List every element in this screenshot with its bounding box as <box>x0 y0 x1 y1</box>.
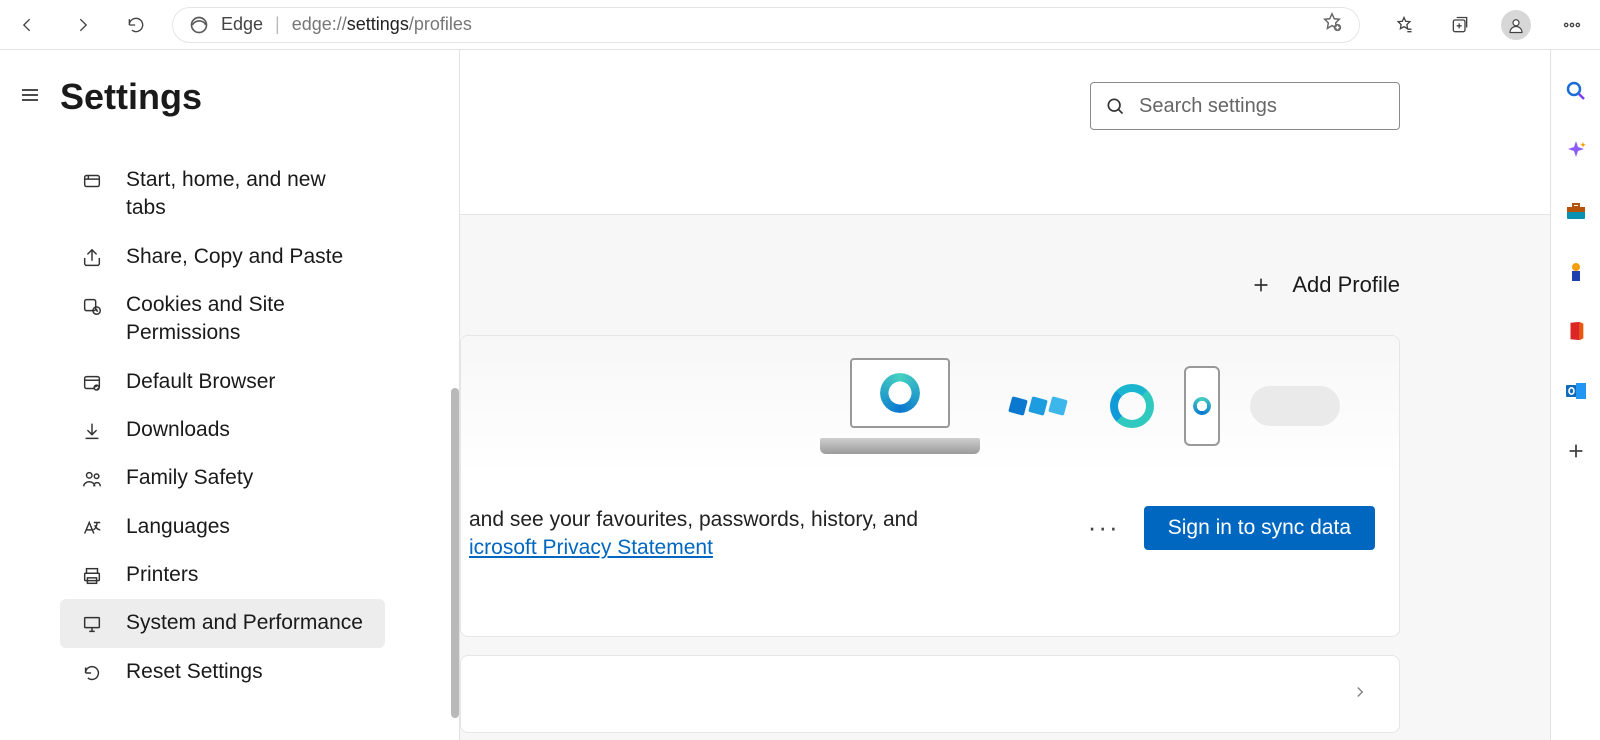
address-bar[interactable]: Edge | edge://settings/profiles <box>172 7 1360 43</box>
search-placeholder: Search settings <box>1139 95 1277 118</box>
nav-label: Languages <box>126 513 230 541</box>
edge-logo-icon <box>189 15 209 35</box>
chevron-right-icon <box>1351 683 1369 706</box>
back-button[interactable] <box>10 7 46 43</box>
refresh-button[interactable] <box>118 7 154 43</box>
system-icon <box>80 612 104 636</box>
edge-logo-icon <box>880 373 920 413</box>
content-area: Settings Start, home, and new tabs Share… <box>0 50 1600 740</box>
sidebar-outlook-button[interactable] <box>1563 378 1589 404</box>
settings-main: Search settings Add Profile and see your <box>460 50 1600 740</box>
nav-label: Default Browser <box>126 368 275 396</box>
privacy-statement-link[interactable]: icrosoft Privacy Statement <box>469 536 713 559</box>
share-icon <box>80 246 104 270</box>
reset-icon <box>80 661 104 685</box>
add-favorite-icon[interactable] <box>1321 11 1343 38</box>
nav-system-performance[interactable]: System and Performance <box>60 599 385 647</box>
sidebar-search-button[interactable] <box>1563 78 1589 104</box>
arrow-left-icon <box>18 15 38 35</box>
nav-label: System and Performance <box>126 609 363 637</box>
nav-languages[interactable]: Languages <box>60 503 385 551</box>
menu-button[interactable] <box>18 83 42 112</box>
collections-icon <box>1450 15 1470 35</box>
forward-button[interactable] <box>64 7 100 43</box>
nav-printers[interactable]: Printers <box>60 551 385 599</box>
more-horizontal-icon <box>1562 15 1582 35</box>
edge-logo-icon <box>1193 397 1211 415</box>
tabs-icon <box>80 169 104 193</box>
hamburger-icon <box>18 83 42 107</box>
add-profile-button[interactable]: Add Profile <box>1250 272 1400 298</box>
nav-start-home-tabs[interactable]: Start, home, and new tabs <box>60 156 385 233</box>
nav-reset-settings[interactable]: Reset Settings <box>60 648 385 696</box>
search-icon <box>1105 96 1125 116</box>
browser-icon <box>80 371 104 395</box>
nav-share-copy-paste[interactable]: Share, Copy and Paste <box>60 233 385 281</box>
nav-label: Reset Settings <box>126 658 263 686</box>
profile-subcard-1[interactable] <box>460 655 1400 733</box>
ring-graphic <box>1110 384 1154 428</box>
sidebar-add-button[interactable] <box>1563 438 1589 464</box>
sidebar-tools-button[interactable] <box>1563 198 1589 224</box>
sidebar-copilot-button[interactable] <box>1563 138 1589 164</box>
sign-in-sync-button[interactable]: Sign in to sync data <box>1144 506 1375 550</box>
laptop-graphic <box>820 358 980 454</box>
settings-title: Settings <box>60 76 202 118</box>
nav-label: Start, home, and new tabs <box>126 166 365 223</box>
nav-downloads[interactable]: Downloads <box>60 406 385 454</box>
sidebar-scrollbar[interactable] <box>451 388 459 718</box>
nav-family-safety[interactable]: Family Safety <box>60 454 385 502</box>
main-header-strip <box>460 50 1600 215</box>
toolbar-right <box>1386 7 1590 43</box>
search-settings-input[interactable]: Search settings <box>1090 82 1400 130</box>
favorites-button[interactable] <box>1386 7 1422 43</box>
hero-text: and see your favourites, passwords, hist… <box>469 506 1064 563</box>
star-lines-icon <box>1394 15 1414 35</box>
nav-default-browser[interactable]: Default Browser <box>60 358 385 406</box>
outlook-icon <box>1564 379 1588 403</box>
address-separator: | <box>275 14 280 35</box>
phone-graphic <box>1184 366 1220 446</box>
settings-nav: Start, home, and new tabs Share, Copy an… <box>0 156 459 696</box>
more-button[interactable] <box>1554 7 1590 43</box>
arrow-right-icon <box>72 15 92 35</box>
squares-graphic <box>1010 398 1080 414</box>
printers-icon <box>80 564 104 588</box>
languages-icon <box>80 516 104 540</box>
nav-label: Cookies and Site Permissions <box>126 291 365 348</box>
nav-cookies-permissions[interactable]: Cookies and Site Permissions <box>60 281 385 358</box>
games-icon <box>1564 259 1588 283</box>
browser-right-sidebar <box>1550 50 1600 740</box>
collections-button[interactable] <box>1442 7 1478 43</box>
plus-icon <box>1565 440 1587 462</box>
nav-label: Printers <box>126 561 198 589</box>
profile-more-button[interactable]: ··· <box>1088 512 1120 543</box>
sidebar-office-button[interactable] <box>1563 318 1589 344</box>
refresh-icon <box>126 15 146 35</box>
settings-sidebar: Settings Start, home, and new tabs Share… <box>0 50 460 740</box>
cloud-graphic <box>1250 386 1340 426</box>
address-url: edge://settings/profiles <box>292 14 472 35</box>
browser-toolbar: Edge | edge://settings/profiles <box>0 0 1600 50</box>
nav-label: Family Safety <box>126 464 253 492</box>
sparkle-icon <box>1564 139 1588 163</box>
nav-label: Share, Copy and Paste <box>126 243 343 271</box>
briefcase-icon <box>1564 199 1588 223</box>
plus-icon <box>1250 274 1272 296</box>
family-icon <box>80 467 104 491</box>
sidebar-games-button[interactable] <box>1563 258 1589 284</box>
cookies-icon <box>80 294 104 318</box>
profile-avatar[interactable] <box>1498 7 1534 43</box>
add-profile-label: Add Profile <box>1292 272 1400 298</box>
download-icon <box>80 419 104 443</box>
search-icon <box>1564 79 1588 103</box>
address-product-label: Edge <box>221 14 263 35</box>
office-icon <box>1565 320 1587 342</box>
nav-label: Downloads <box>126 416 230 444</box>
hero-illustration <box>461 336 1399 476</box>
avatar-icon <box>1501 10 1531 40</box>
profile-hero-card: and see your favourites, passwords, hist… <box>460 335 1400 637</box>
